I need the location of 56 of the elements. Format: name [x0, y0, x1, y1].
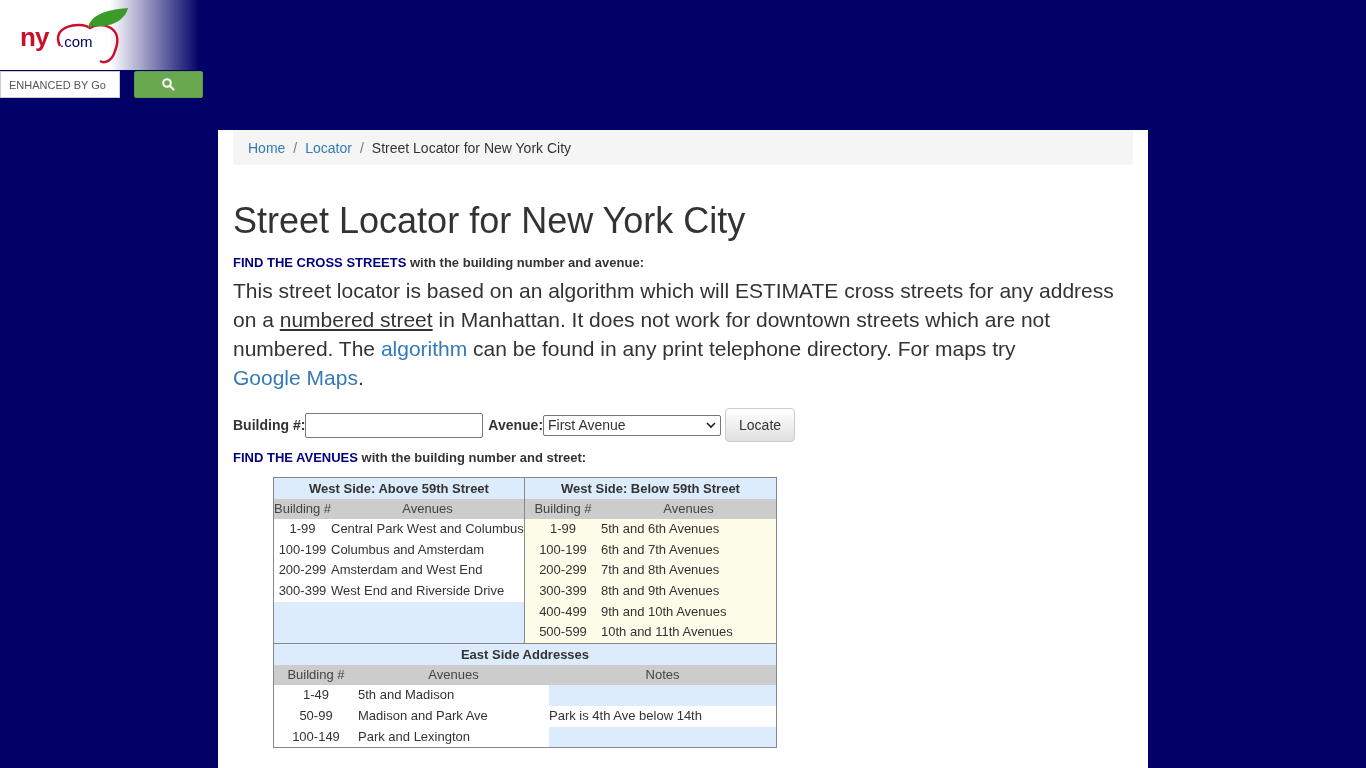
table-cell-text: 50-99: [298, 706, 334, 725]
table-cell-text: 100-149: [291, 727, 341, 746]
table-cell-text: 300-399: [277, 582, 328, 601]
column-header: Avenues: [427, 666, 480, 685]
section-heading: FIND THE AVENUES with the building number and street:: [233, 450, 588, 465]
breadcrumb-separator: /: [359, 139, 364, 156]
breadcrumb-current: Street Locator for New York City: [371, 139, 572, 156]
table-cell-text: 500-599: [538, 623, 588, 642]
text-link[interactable]: algorithm: [380, 337, 468, 360]
table-cell-text: 1-99: [549, 520, 577, 538]
column-header: Avenues: [401, 500, 454, 518]
table-cell-text: Park and Lexington: [358, 727, 472, 746]
table-cell-text: 400-499: [538, 602, 588, 621]
table-cell-text: 6th and 7th Avenues: [601, 540, 721, 559]
table-cell-text: 300-399: [538, 582, 588, 601]
avenue-select[interactable]: First Avenue: [543, 414, 722, 436]
column-header: Building #: [286, 666, 346, 685]
search-field[interactable]: ENHANCED BY Go: [0, 71, 120, 98]
table-cell-text: 100-199: [277, 540, 328, 559]
table-cell-text: Central Park West and Columbus: [331, 520, 524, 538]
table-cell-text: 200-299: [538, 561, 588, 580]
table-cell-text: 100-199: [538, 540, 588, 559]
table-cell-text: 5th and Madison: [358, 686, 456, 705]
table-cell-text: Amsterdam and West End: [331, 561, 484, 580]
building-input[interactable]: [305, 412, 484, 438]
table-cell-text: 10th and 11th Avenues: [601, 623, 734, 642]
table-cell-text: 7th and 8th Avenues: [601, 561, 721, 580]
avenue-label: Avenue:: [488, 417, 544, 433]
table-cell-text: West End and Riverside Drive: [331, 582, 506, 601]
breadcrumb-link[interactable]: Locator: [305, 139, 352, 156]
table-cell-text: Columbus and Amsterdam: [331, 540, 486, 559]
locate-button[interactable]: Locate: [725, 408, 796, 442]
search-icon: [162, 78, 175, 91]
intro-paragraph: This street locator is based on an algorithm which will ESTIMATE cross streets for any address on a numbered street in Manhattan. It does not work for downtown streets which are not numbered. The algorithm can be found in any print telephone directory. For maps try Google Maps.: [233, 278, 1115, 391]
page-title: Street Locator for New York City: [233, 201, 747, 241]
table-cell-text: 1-99: [288, 520, 317, 538]
column-header: Notes: [644, 666, 681, 685]
table-cell-text: 8th and 9th Avenues: [601, 582, 721, 601]
breadcrumb-separator: /: [293, 139, 298, 156]
column-header: Building #: [533, 500, 593, 518]
building-label: Building #:: [233, 417, 306, 433]
table-cell-text: 200-299: [277, 561, 328, 580]
breadcrumb-link[interactable]: Home: [248, 139, 286, 156]
chevron-icon: [706, 421, 717, 429]
table-title: West Side: Above 59th Street: [274, 478, 524, 499]
section-heading: FIND THE CROSS STREETS with the building number and avenue:: [233, 255, 645, 270]
table-cell-text: Madison and Park Ave: [358, 706, 489, 725]
search-button[interactable]: [134, 71, 203, 98]
table-title: West Side: Below 59th Street: [525, 478, 776, 499]
column-header: Avenues: [662, 500, 715, 518]
table-cell-text: 1-49: [302, 686, 330, 705]
table-cell-text: 9th and 10th Avenues: [601, 602, 728, 621]
table-cell-text: 5th and 6th Avenues: [601, 520, 721, 538]
text-link[interactable]: Google Maps: [233, 366, 358, 389]
column-header: Building #: [274, 500, 331, 518]
table-title: East Side Addresses: [274, 644, 776, 666]
